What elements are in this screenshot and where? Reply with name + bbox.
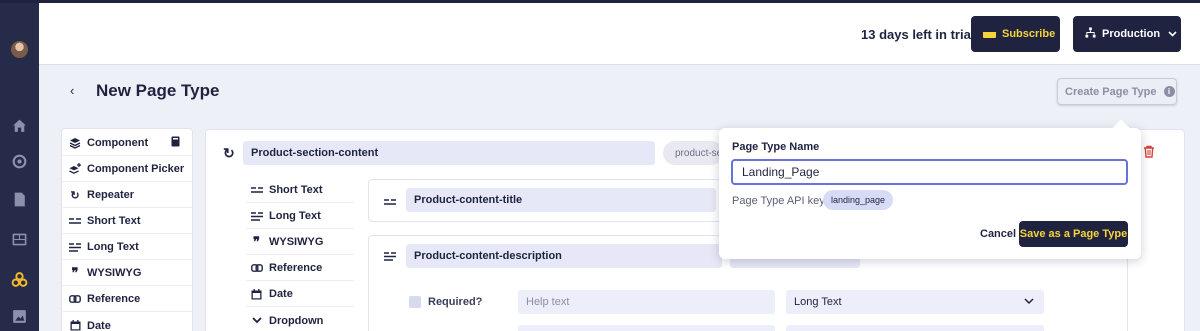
repeat-icon: ↻ xyxy=(223,145,235,161)
palette-item-label: Component xyxy=(87,137,149,149)
sub-palette-item-long-text[interactable]: Long Text xyxy=(246,204,354,229)
chevron-down-icon xyxy=(1024,296,1034,308)
document-icon[interactable] xyxy=(11,191,28,208)
link-icon xyxy=(250,264,263,272)
sidebar xyxy=(0,3,39,331)
sub-palette-item-short-text[interactable]: Short Text xyxy=(246,178,354,203)
palette-item-label: Date xyxy=(87,319,111,331)
sub-palette-item-dropdown[interactable]: Dropdown xyxy=(246,308,354,331)
palette-item-component[interactable]: Component xyxy=(62,131,192,156)
short-text-icon xyxy=(384,195,396,209)
create-page-type-popover: Page Type Name Landing_Page Page Type AP… xyxy=(719,119,1141,259)
media-icon[interactable] xyxy=(11,308,28,325)
subscribe-label: Subscribe xyxy=(1002,28,1056,40)
required-checkbox[interactable] xyxy=(409,296,421,308)
sub-palette-item-label: WYSIWYG xyxy=(269,236,324,248)
sub-palette-item-label: Dropdown xyxy=(269,314,324,327)
layout-icon[interactable] xyxy=(11,231,28,248)
sub-palette-item-date[interactable]: Date xyxy=(246,282,354,307)
top-header: 13 days left in trial Subscribe Producti… xyxy=(39,3,1200,65)
layers-plus-icon xyxy=(69,163,81,175)
components-icon[interactable] xyxy=(11,271,28,288)
quote-icon: ❞ xyxy=(253,234,260,249)
page-type-name-label: Page Type Name xyxy=(732,141,820,153)
sub-palette-item-reference[interactable]: Reference xyxy=(246,256,354,281)
long-text-icon xyxy=(250,211,263,221)
help-text-input[interactable]: Help text xyxy=(518,290,775,314)
palette-item-label: Repeater xyxy=(87,189,135,201)
calendar-icon xyxy=(250,288,263,300)
field-name-input[interactable]: Product-content-description xyxy=(406,244,722,268)
create-page-type-button[interactable]: Create Page Type i xyxy=(1057,78,1177,105)
palette-item-wysiwyg[interactable]: ❞ WYSIWYG xyxy=(62,261,192,286)
repeat-icon: ↻ xyxy=(70,189,80,202)
short-text-icon xyxy=(69,217,81,225)
field-type-value: Long Text xyxy=(794,296,842,308)
create-page-type-label: Create Page Type xyxy=(1065,85,1157,98)
palette-item-repeater[interactable]: ↻ Repeater xyxy=(62,183,192,208)
avatar[interactable] xyxy=(11,41,28,58)
palette-item-date[interactable]: Date xyxy=(62,313,192,331)
long-text-icon xyxy=(69,242,81,252)
page-title: New Page Type xyxy=(96,81,220,100)
api-key-pill: product-sec xyxy=(663,141,723,165)
repeater-name-input[interactable]: Product-section-content xyxy=(243,141,655,165)
sub-palette-item-label: Date xyxy=(269,288,293,300)
palette-item-reference[interactable]: Reference xyxy=(62,287,192,312)
palette-item-long-text[interactable]: Long Text xyxy=(62,235,192,260)
palette-item-component-picker[interactable]: Component Picker xyxy=(62,157,192,182)
field-name-input[interactable]: Product-content-title xyxy=(406,188,716,212)
environment-dropdown[interactable]: Production xyxy=(1073,16,1181,52)
sub-palette-item-label: Long Text xyxy=(269,210,321,222)
chevron-down-icon xyxy=(250,317,263,324)
trash-icon[interactable] xyxy=(1143,145,1155,161)
chevron-down-icon xyxy=(1168,28,1177,40)
palette-item-label: Short Text xyxy=(87,215,141,227)
save-as-page-type-button[interactable]: Save as a Page Type xyxy=(1019,221,1128,247)
page-type-name-input[interactable]: Landing_Page xyxy=(731,159,1128,185)
palette-item-label: Reference xyxy=(87,293,141,305)
api-key-value: landing_page xyxy=(823,190,894,210)
environment-label: Production xyxy=(1102,28,1161,40)
palette-item-short-text[interactable]: Short Text xyxy=(62,209,192,234)
api-key-label: Page Type API key: xyxy=(732,195,828,207)
field-palette: Component Component Picker ↻ Repeater Sh… xyxy=(61,128,193,331)
trial-status: 13 days left in trial xyxy=(861,27,975,42)
palette-item-label: WYSIWYG xyxy=(87,267,142,279)
required-label: Required? xyxy=(428,296,483,308)
credit-card-icon xyxy=(983,30,996,38)
long-text-icon xyxy=(384,250,396,264)
book-icon[interactable] xyxy=(171,136,180,150)
field-type-select[interactable]: Long Text xyxy=(786,290,1044,314)
home-icon[interactable] xyxy=(11,117,28,134)
repeater-field-palette: Short Text Long Text ❞ WYSIWYG Reference… xyxy=(246,178,356,331)
quote-icon: ❞ xyxy=(71,265,79,280)
layers-icon xyxy=(69,137,81,149)
sub-palette-item-label: Short Text xyxy=(269,184,323,196)
sub-palette-item-label: Reference xyxy=(269,262,323,274)
popover-arrow xyxy=(1112,119,1130,137)
palette-item-label: Component Picker xyxy=(87,163,185,175)
info-icon: i xyxy=(1163,86,1175,97)
megaphone-icon[interactable] xyxy=(11,153,28,170)
field-option-input[interactable] xyxy=(518,325,775,331)
field-option-input[interactable] xyxy=(786,325,1044,331)
calendar-icon xyxy=(69,320,81,331)
cancel-button[interactable]: Cancel xyxy=(980,228,1016,240)
short-text-icon xyxy=(250,186,263,194)
sub-palette-item-wysiwyg[interactable]: ❞ WYSIWYG xyxy=(246,230,354,255)
palette-item-label: Long Text xyxy=(87,241,139,253)
link-icon xyxy=(69,295,81,303)
back-arrow-icon[interactable]: ‹ xyxy=(70,83,74,98)
subscribe-button[interactable]: Subscribe xyxy=(971,16,1060,52)
hierarchy-icon xyxy=(1085,27,1096,41)
